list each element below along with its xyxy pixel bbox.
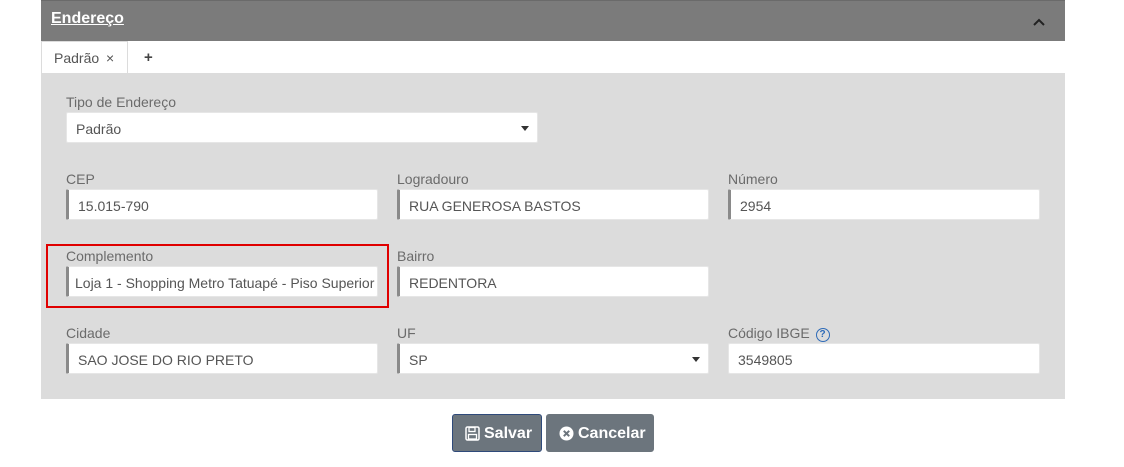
logradouro-value: RUA GENEROSA BASTOS bbox=[409, 198, 581, 214]
address-tabs: Padrão × + bbox=[41, 41, 1065, 73]
cancel-button-label: Cancelar bbox=[578, 425, 646, 442]
panel-title[interactable]: Endereço bbox=[51, 10, 124, 28]
logradouro-input[interactable]: RUA GENEROSA BASTOS bbox=[397, 189, 709, 220]
tipo-endereco-select[interactable]: Padrão bbox=[66, 112, 538, 143]
tab-label: Padrão bbox=[54, 50, 100, 66]
cep-label: CEP bbox=[66, 171, 95, 187]
caret-down-icon bbox=[692, 357, 700, 362]
cidade-input[interactable]: SAO JOSE DO RIO PRETO bbox=[66, 343, 378, 374]
address-panel-header[interactable]: Endereço bbox=[41, 0, 1065, 41]
caret-down-icon bbox=[521, 126, 529, 131]
cidade-value: SAO JOSE DO RIO PRETO bbox=[78, 352, 254, 368]
bairro-value: REDENTORA bbox=[409, 275, 497, 291]
numero-value: 2954 bbox=[740, 198, 772, 214]
cep-input[interactable]: 15.015-790 bbox=[66, 189, 378, 220]
codigo-ibge-value: 3549805 bbox=[738, 352, 793, 368]
uf-select[interactable]: SP bbox=[397, 343, 709, 374]
uf-label: UF bbox=[397, 325, 416, 341]
highlight-box bbox=[46, 244, 389, 308]
save-button-label: Salvar bbox=[484, 425, 533, 442]
numero-label: Número bbox=[728, 171, 778, 187]
codigo-ibge-label: Código IBGE ? bbox=[728, 325, 830, 342]
bairro-label: Bairro bbox=[397, 248, 435, 264]
save-button[interactable]: Salvar bbox=[452, 414, 542, 452]
question-circle-icon[interactable]: ? bbox=[815, 328, 830, 342]
tab-padrao[interactable]: Padrão × bbox=[41, 41, 128, 73]
tab-close-icon[interactable]: × bbox=[106, 50, 114, 66]
close-circle-icon bbox=[559, 426, 574, 441]
add-tab-button[interactable]: + bbox=[144, 49, 153, 66]
uf-value: SP bbox=[409, 352, 428, 368]
floppy-disk-icon bbox=[465, 426, 480, 441]
codigo-ibge-input[interactable]: 3549805 bbox=[728, 343, 1040, 374]
numero-input[interactable]: 2954 bbox=[728, 189, 1040, 220]
chevron-up-icon[interactable] bbox=[1031, 14, 1047, 30]
logradouro-label: Logradouro bbox=[397, 171, 469, 187]
tipo-endereco-value: Padrão bbox=[76, 121, 122, 137]
bairro-input[interactable]: REDENTORA bbox=[397, 266, 709, 297]
tipo-endereco-label: Tipo de Endereço bbox=[66, 94, 176, 110]
cep-value: 15.015-790 bbox=[78, 198, 149, 214]
cidade-label: Cidade bbox=[66, 325, 111, 341]
cancel-button[interactable]: Cancelar bbox=[546, 414, 654, 452]
codigo-ibge-label-text: Código IBGE bbox=[728, 325, 810, 341]
